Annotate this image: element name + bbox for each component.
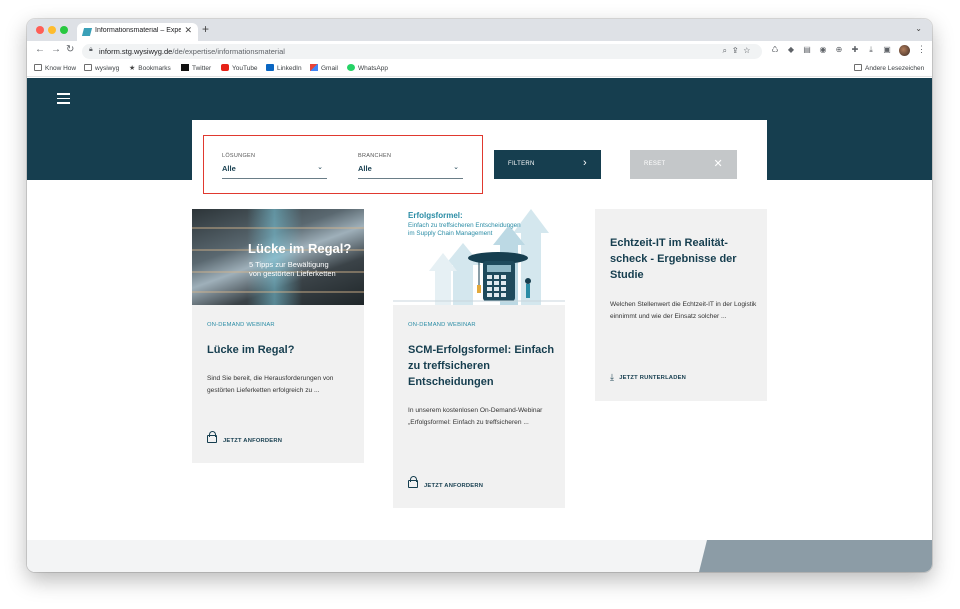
branchen-value[interactable]: Alle ⌄ (358, 164, 463, 179)
maximize-window-button[interactable] (60, 26, 68, 34)
card-image-warehouse: Lücke im Regal? 5 Tipps zur Bewältigung v… (192, 209, 364, 305)
tab-bar: Informationsmaterial – Expertise ✕ + ⌄ (27, 19, 932, 41)
x-icon (181, 64, 189, 71)
whatsapp-icon (347, 64, 355, 71)
bookmark-gmail[interactable]: Gmail (310, 64, 338, 72)
browser-toolbar: ← → ↻ 🔒︎ inform.stg.wysiwyg.de/de/expert… (27, 41, 932, 61)
card-cta-link[interactable]: JETZT ANFORDERN (207, 431, 282, 444)
gmail-icon (310, 64, 318, 71)
branchen-select[interactable]: BRANCHEN Alle ⌄ (358, 153, 463, 179)
image-headline: Lücke im Regal? (248, 241, 352, 256)
grammar-extension-icon[interactable]: ◉ (817, 45, 829, 54)
card-description: In unserem kostenlosen On-Demand-Webinar… (408, 407, 543, 426)
reset-button[interactable]: RESET ✕ (630, 150, 737, 179)
bookmark-wysiwyg[interactable]: wysiwyg (84, 64, 119, 72)
close-window-button[interactable] (36, 26, 44, 34)
sidebar-icon[interactable]: ▣ (881, 45, 893, 54)
lock-icon (207, 431, 217, 443)
lock-icon: 🔒︎ (89, 46, 93, 53)
extensions-puzzle-icon[interactable]: ✚ (849, 45, 861, 54)
profile-avatar[interactable] (899, 45, 910, 56)
loesungen-select[interactable]: LÖSUNGEN Alle ⌄ (222, 153, 327, 179)
address-bar-actions: ⌕⇪☆ (722, 46, 756, 56)
share-icon[interactable]: ⇪ (733, 46, 744, 55)
video-extension-icon[interactable]: ◆ (785, 45, 797, 54)
bookmark-whatsapp[interactable]: WhatsApp (347, 64, 388, 72)
image-headline: Erfolgsformel: (408, 211, 463, 220)
content-card[interactable]: Echtzeit-IT im Realität-scheck - Ergebni… (595, 209, 767, 401)
reload-icon[interactable]: ↻ (66, 44, 74, 55)
card-category: ON-DEMAND WEBINAR (207, 322, 275, 328)
browser-tab[interactable]: Informationsmaterial – Expertise ✕ (77, 23, 198, 41)
folder-icon (854, 64, 862, 71)
card-category: ON-DEMAND WEBINAR (408, 322, 476, 328)
chevron-down-icon: ⌄ (317, 164, 323, 171)
tab-title: Informationsmaterial – Expertise (95, 27, 181, 34)
bookmark-know-how[interactable]: Know How (34, 64, 76, 72)
download-icon: ⤓ (610, 372, 615, 382)
loesungen-value[interactable]: Alle ⌄ (222, 164, 327, 179)
vpn-extension-icon[interactable]: ⊕ (833, 45, 845, 54)
chevron-down-icon: ⌄ (453, 164, 459, 171)
forward-icon[interactable]: → (51, 44, 61, 55)
content-card[interactable]: Erfolgsformel: Einfach zu treffsicheren … (393, 209, 565, 508)
close-icon: ✕ (713, 158, 723, 170)
browser-menu-icon[interactable]: ⋮ (917, 44, 926, 55)
bookmark-star-icon[interactable]: ☆ (743, 46, 756, 55)
youtube-icon (221, 64, 229, 71)
site-favicon-icon (81, 28, 93, 36)
linkedin-icon (266, 64, 274, 71)
star-icon: ★ (129, 65, 136, 72)
branchen-label: BRANCHEN (358, 153, 392, 159)
card-image-formula: Erfolgsformel: Einfach zu treffsicheren … (393, 209, 565, 305)
document-extension-icon[interactable]: ▤ (801, 45, 813, 54)
back-icon[interactable]: ← (35, 44, 45, 55)
card-cta-link[interactable]: ⤓ JETZT RUNTERLADEN (610, 372, 686, 383)
loesungen-label: LÖSUNGEN (222, 153, 256, 159)
folder-icon (84, 64, 92, 71)
extensions-bar: ♺ ◆ ▤ ◉ ⊕ ✚ ⤓ ▣ (769, 45, 897, 55)
recycle-extension-icon[interactable]: ♺ (769, 45, 781, 54)
filter-button-label: FILTERN (508, 161, 535, 167)
image-subline: Einfach zu treffsicheren Entscheidungen i… (408, 222, 521, 237)
bookmark-youtube[interactable]: YouTube (221, 64, 258, 72)
minimize-window-button[interactable] (48, 26, 56, 34)
tab-search-icon[interactable]: ⌄ (915, 24, 922, 33)
footer-accent-shape (699, 540, 932, 572)
page-content: LÖSUNGEN Alle ⌄ BRANCHEN Alle ⌄ FILTERN › … (27, 78, 932, 572)
card-cta-link[interactable]: JETZT ANFORDERN (408, 476, 483, 489)
other-bookmarks[interactable]: Andere Lesezeichen (854, 64, 924, 72)
card-title[interactable]: Lücke im Regal? (207, 342, 352, 358)
card-title[interactable]: SCM-Erfolgsformel: Einfach zu treffsiche… (408, 342, 556, 390)
folder-icon (34, 64, 42, 71)
card-description: Welchen Stellenwert die Echtzeit-IT in d… (610, 301, 757, 320)
bookmark-bookmarks[interactable]: ★ Bookmarks (129, 64, 171, 72)
url-text: inform.stg.wysiwyg.de/de/expertise/infor… (99, 47, 285, 56)
browser-window: Informationsmaterial – Expertise ✕ + ⌄ ←… (27, 19, 932, 572)
download-icon[interactable]: ⤓ (865, 45, 877, 55)
chevron-right-icon: › (583, 157, 587, 169)
image-subline: 5 Tipps zur Bewältigung von gestörten Lie… (249, 260, 336, 278)
address-bar[interactable]: 🔒︎ inform.stg.wysiwyg.de/de/expertise/in… (82, 44, 762, 59)
card-title[interactable]: Echtzeit-IT im Realität-scheck - Ergebni… (610, 235, 750, 283)
reset-button-label: RESET (644, 161, 666, 167)
bookmark-linkedin[interactable]: LinkedIn (266, 64, 302, 72)
hamburger-menu-icon[interactable] (57, 93, 70, 104)
bookmarks-bar: Know How wysiwyg ★ Bookmarks Twitter YouT… (27, 61, 932, 77)
new-tab-button[interactable]: + (202, 22, 209, 36)
card-description: Sind Sie bereit, die Herausforderungen v… (207, 375, 334, 394)
filter-button[interactable]: FILTERN › (494, 150, 601, 179)
tab-close-icon[interactable]: ✕ (184, 25, 192, 36)
content-card[interactable]: Lücke im Regal? 5 Tipps zur Bewältigung v… (192, 209, 364, 463)
zoom-icon[interactable]: ⌕ (722, 46, 732, 55)
lock-icon (408, 476, 418, 488)
bookmark-twitter[interactable]: Twitter (181, 64, 211, 72)
